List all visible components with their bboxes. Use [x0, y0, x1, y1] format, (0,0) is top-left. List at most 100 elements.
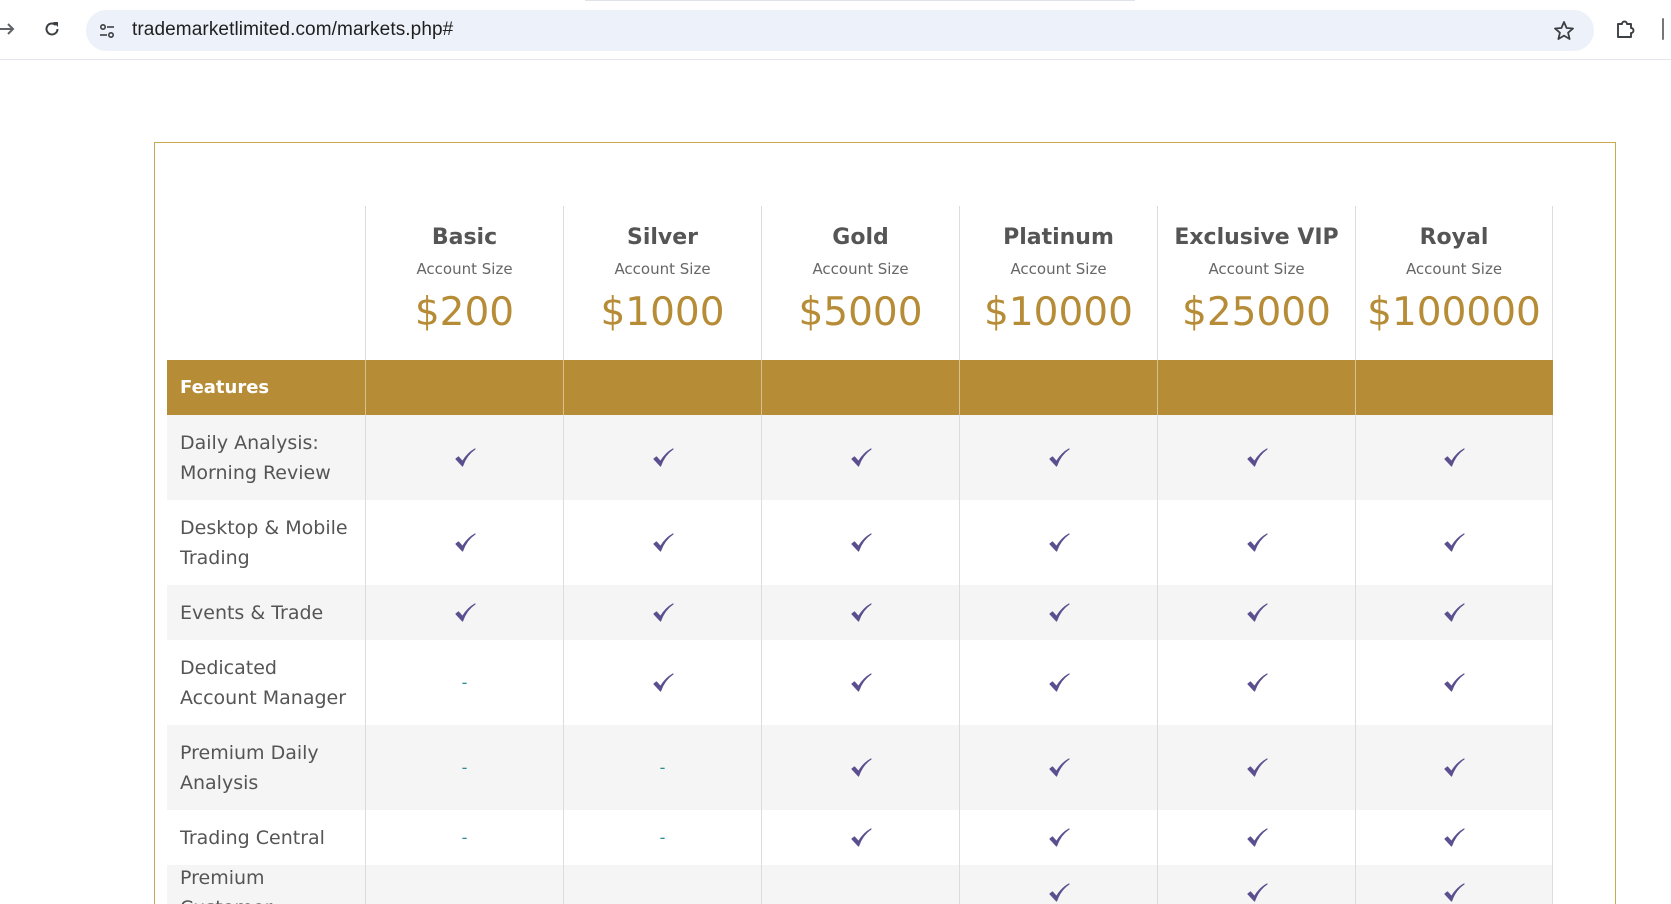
check-icon [652, 447, 674, 467]
feature-cell [365, 865, 563, 904]
feature-cell: - [365, 810, 563, 865]
plan-name: Royal [1419, 225, 1489, 250]
features-header-row: Features [167, 360, 1553, 415]
feature-cell [1157, 865, 1355, 904]
check-icon [454, 447, 476, 467]
check-icon [1048, 447, 1070, 467]
plan-name: Exclusive VIP [1174, 225, 1339, 250]
plan-column-gold: Gold Account Size $5000 [761, 206, 959, 360]
bookmark-button[interactable] [1552, 19, 1576, 43]
check-icon [652, 672, 674, 692]
feature-cell: - [563, 810, 761, 865]
account-size-label: Account Size [614, 260, 711, 278]
check-icon [850, 672, 872, 692]
feature-row: Premium Customer [167, 865, 1553, 904]
feature-cell [761, 725, 959, 810]
check-icon [1444, 882, 1465, 902]
feature-cell [761, 810, 959, 865]
address-bar[interactable]: trademarketlimited.com/markets.php# [86, 10, 1594, 51]
plan-column-silver: Silver Account Size $1000 [563, 206, 761, 360]
arrow-right-icon [0, 23, 15, 35]
plan-column-basic: Basic Account Size $200 [365, 206, 563, 360]
pricing-table: Basic Account Size $200 Silver Account Size $… [167, 206, 1553, 904]
plan-name: Platinum [1003, 225, 1114, 250]
check-icon [1444, 757, 1465, 777]
check-icon [1444, 672, 1465, 692]
account-size-label: Account Size [1010, 260, 1107, 278]
feature-cell [761, 415, 959, 500]
account-size-label: Account Size [812, 260, 909, 278]
check-icon [1444, 447, 1465, 467]
feature-cell [563, 865, 761, 904]
plan-name: Silver [626, 225, 699, 250]
features-bar-cell [959, 360, 1157, 415]
plan-price: $1000 [600, 290, 725, 335]
feature-cell [959, 415, 1157, 500]
account-size-label: Account Size [1405, 260, 1503, 278]
feature-cell [365, 585, 563, 640]
plan-price: $25000 [1182, 290, 1331, 335]
feature-cell [959, 585, 1157, 640]
check-icon [850, 602, 872, 622]
check-icon [1048, 602, 1070, 622]
puzzle-icon [1617, 20, 1635, 38]
star-icon [1554, 21, 1574, 40]
check-icon [1048, 532, 1070, 552]
features-bar-cell [761, 360, 959, 415]
check-icon [1048, 757, 1070, 777]
feature-cell [563, 500, 761, 585]
check-icon [1048, 882, 1070, 902]
not-included-dash: - [461, 758, 468, 777]
feature-cell [761, 585, 959, 640]
feature-cell [959, 865, 1157, 904]
feature-cell [563, 585, 761, 640]
feature-cell [1355, 415, 1553, 500]
plan-name: Basic [431, 225, 498, 250]
check-icon [1246, 447, 1268, 467]
feature-cell [1355, 725, 1553, 810]
feature-label: Dedicated Account Manager [180, 656, 347, 709]
feature-cell [761, 500, 959, 585]
tab-strip-edge [585, 0, 1135, 1]
reload-button[interactable] [39, 16, 65, 42]
feature-row: Desktop & Mobile Trading [167, 500, 1553, 585]
plan-price: $100000 [1367, 290, 1541, 335]
check-icon [850, 757, 872, 777]
plan-header-row: Basic Account Size $200 Silver Account Size $… [167, 206, 1553, 360]
feature-cell [959, 725, 1157, 810]
feature-label: Trading Central [180, 826, 325, 849]
feature-label: Premium Customer [180, 866, 272, 904]
check-icon [1048, 827, 1070, 847]
feature-cell [1157, 415, 1355, 500]
feature-cell [365, 415, 563, 500]
browser-toolbar: trademarketlimited.com/markets.php# [0, 0, 1671, 60]
extensions-button[interactable] [1613, 16, 1639, 42]
feature-row: Daily Analysis: Morning Review [167, 415, 1553, 500]
feature-cell [1157, 810, 1355, 865]
check-icon [1246, 827, 1268, 847]
feature-cell [1355, 810, 1553, 865]
plan-column-platinum: Platinum Account Size $10000 [959, 206, 1157, 360]
feature-label: Events & Trade [180, 601, 324, 624]
tune-icon [99, 23, 115, 39]
forward-button[interactable] [0, 16, 20, 42]
feature-row: Events & Trade [167, 585, 1553, 640]
check-icon [1246, 757, 1268, 777]
feature-cell [959, 810, 1157, 865]
feature-cell [1355, 585, 1553, 640]
feature-cell: - [365, 725, 563, 810]
browser-menu-edge[interactable] [1662, 18, 1664, 40]
feature-row: Trading Central - - [167, 810, 1553, 865]
feature-cell [1157, 640, 1355, 725]
feature-cell [1157, 725, 1355, 810]
plan-name: Gold [832, 225, 889, 250]
check-icon [1246, 602, 1268, 622]
feature-cell: - [563, 725, 761, 810]
url-text[interactable]: trademarketlimited.com/markets.php# [132, 19, 453, 41]
feature-cell [1355, 640, 1553, 725]
feature-label: Premium Daily Analysis [180, 741, 319, 794]
site-info-button[interactable] [96, 20, 118, 42]
plan-price: $200 [414, 290, 515, 335]
features-bar-cell [563, 360, 761, 415]
feature-cell [1355, 865, 1553, 904]
